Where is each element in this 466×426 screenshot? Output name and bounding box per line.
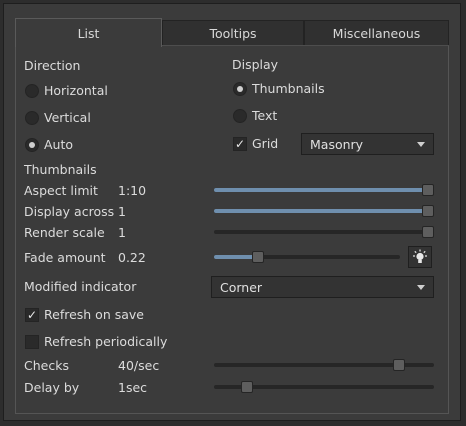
tab-label: List (77, 25, 100, 41)
modified-indicator-label: Modified indicator (24, 279, 137, 294)
slider-handle[interactable] (393, 359, 405, 371)
radio-vertical[interactable] (25, 111, 39, 125)
fade-amount-value: 0.22 (118, 250, 146, 265)
grid-checkbox-label[interactable]: Grid (252, 136, 278, 151)
radio-auto[interactable] (25, 138, 39, 152)
aspect-limit-slider[interactable] (214, 183, 434, 197)
chevron-down-icon (417, 285, 425, 290)
slider-fill (214, 209, 428, 213)
aspect-limit-value: 1:10 (118, 183, 147, 198)
slider-fill (214, 188, 428, 192)
thumbnails-heading: Thumbnails (24, 162, 97, 177)
checks-value: 40/sec (118, 358, 160, 373)
radio-thumbnails-label[interactable]: Thumbnails (252, 81, 325, 96)
direction-heading: Direction (24, 58, 81, 73)
tab-bar: List Tooltips Miscellaneous (15, 18, 449, 47)
display-across-label: Display across (24, 204, 115, 219)
radio-auto-label[interactable]: Auto (44, 137, 73, 152)
display-heading: Display (232, 57, 279, 72)
render-scale-value: 1 (118, 225, 126, 240)
slider-handle[interactable] (422, 226, 434, 238)
slider-handle[interactable] (422, 184, 434, 196)
modified-indicator-value: Corner (220, 279, 263, 295)
slider-handle[interactable] (252, 251, 264, 263)
slider-groove (214, 230, 434, 234)
render-scale-label: Render scale (24, 225, 105, 240)
tab-tooltips[interactable]: Tooltips (162, 20, 304, 46)
render-scale-slider[interactable] (214, 225, 434, 239)
refresh-periodically-label[interactable]: Refresh periodically (44, 334, 167, 349)
slider-handle[interactable] (241, 381, 253, 393)
bulb-icon (413, 249, 427, 263)
fade-amount-slider[interactable] (214, 250, 400, 264)
delay-by-value: 1sec (118, 380, 148, 395)
display-across-value: 1 (118, 204, 126, 219)
checks-slider[interactable] (214, 358, 434, 372)
delay-by-label: Delay by (24, 380, 80, 395)
radio-vertical-label[interactable]: Vertical (44, 110, 91, 125)
fade-amount-label: Fade amount (24, 250, 106, 265)
tab-miscellaneous[interactable]: Miscellaneous (304, 20, 449, 46)
checkmark-icon: ✓ (26, 308, 38, 322)
display-across-slider[interactable] (214, 204, 434, 218)
refresh-on-save-label[interactable]: Refresh on save (44, 307, 144, 322)
radio-text[interactable] (233, 109, 247, 123)
modified-indicator-dropdown[interactable]: Corner (211, 276, 434, 298)
radio-text-label[interactable]: Text (252, 108, 277, 123)
refresh-periodically-checkbox[interactable] (25, 335, 39, 349)
tab-label: Tooltips (209, 26, 257, 41)
slider-handle[interactable] (422, 205, 434, 217)
grid-mode-dropdown[interactable]: Masonry (301, 133, 434, 155)
radio-thumbnails[interactable] (233, 82, 247, 96)
grid-mode-value: Masonry (310, 136, 364, 152)
radio-horizontal[interactable] (25, 84, 39, 98)
delay-by-slider[interactable] (214, 380, 434, 394)
aspect-limit-label: Aspect limit (24, 183, 98, 198)
tab-label: Miscellaneous (332, 26, 421, 41)
settings-window: List Tooltips Miscellaneous Direction Ho… (3, 3, 461, 421)
checkmark-icon: ✓ (234, 137, 246, 151)
chevron-down-icon (417, 142, 425, 147)
grid-checkbox[interactable]: ✓ (233, 137, 247, 151)
fade-preview-button[interactable] (408, 246, 432, 268)
refresh-on-save-checkbox[interactable]: ✓ (25, 308, 39, 322)
tab-list[interactable]: List (15, 18, 162, 47)
checks-label: Checks (24, 358, 69, 373)
radio-horizontal-label[interactable]: Horizontal (44, 83, 108, 98)
